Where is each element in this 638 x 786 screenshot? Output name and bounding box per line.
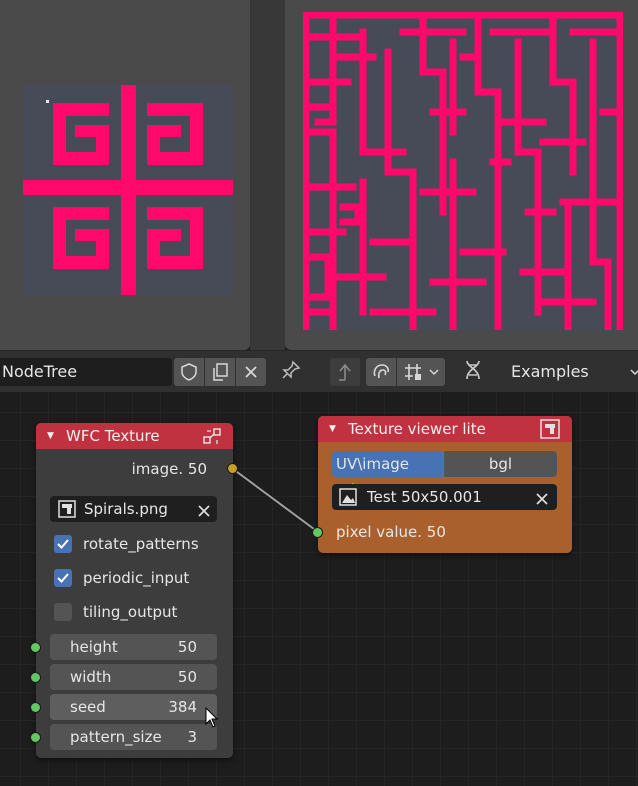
height-input-socket[interactable] [30, 642, 41, 653]
checkmark-icon [57, 573, 69, 583]
node-title: WFC Texture [66, 427, 160, 445]
close-icon[interactable] [534, 489, 550, 515]
seed-label: seed [70, 698, 106, 716]
mouse-cursor-icon [205, 707, 219, 728]
rotate-patterns-label: rotate_patterns [83, 535, 199, 553]
collapse-triangle-icon[interactable]: ▼ [47, 423, 54, 449]
node-group-icon[interactable] [202, 426, 222, 454]
checkmark-icon [57, 539, 69, 549]
width-field[interactable]: width 50 [50, 664, 217, 690]
node-title: Texture viewer lite [348, 420, 486, 438]
image-icon [339, 488, 357, 514]
pixel-value-input-socket[interactable] [312, 527, 323, 538]
height-field[interactable]: height 50 [50, 634, 217, 660]
input-socket-label: pixel value. 50 [336, 523, 446, 541]
close-icon[interactable] [196, 501, 212, 527]
mode-option-label: bgl [488, 455, 513, 473]
pattern-size-field[interactable]: pattern_size 3 [50, 724, 217, 750]
pattern-size-value: 3 [187, 728, 197, 746]
image-selector[interactable]: Test 50x50.001 [332, 484, 557, 510]
pattern-size-label: pattern_size [70, 728, 162, 746]
image-name: Spirals.png [84, 500, 168, 518]
tiling-output-label: tiling_output [83, 603, 178, 621]
width-input-socket[interactable] [30, 672, 41, 683]
texture-viewer-node[interactable]: ▼ Texture viewer lite UV\image ed... bgl… [318, 416, 572, 553]
image-texture-icon [58, 500, 76, 526]
image-selector[interactable]: Spirals.png [50, 496, 217, 522]
wfc-texture-node[interactable]: ▼ WFC Texture image. 50 Spirals.png rota… [36, 423, 233, 758]
node-header[interactable]: ▼ Texture viewer lite [318, 416, 572, 442]
seed-input-socket[interactable] [30, 702, 41, 713]
rotate-patterns-checkbox[interactable] [54, 535, 72, 553]
image-name: Test 50x50.001 [367, 488, 482, 506]
image-output-socket[interactable] [227, 463, 238, 474]
mode-option-uv-image-editor[interactable]: UV\image ed... [332, 451, 443, 499]
node-header[interactable]: ▼ WFC Texture [36, 423, 233, 449]
periodic-input-checkbox[interactable] [54, 569, 72, 587]
output-socket-label: image. 50 [131, 460, 207, 478]
pattern-size-input-socket[interactable] [30, 732, 41, 743]
tiling-output-checkbox[interactable] [54, 603, 72, 621]
width-label: width [70, 668, 112, 686]
collapse-triangle-icon[interactable]: ▼ [329, 416, 336, 442]
periodic-input-label: periodic_input [83, 569, 190, 587]
mode-option-bgl[interactable]: bgl [444, 451, 557, 477]
height-label: height [70, 638, 118, 656]
width-value: 50 [177, 668, 197, 686]
height-value: 50 [177, 638, 197, 656]
seed-value: 384 [168, 698, 197, 716]
seed-field[interactable]: seed 384 [50, 694, 217, 720]
image-texture-icon[interactable] [540, 419, 560, 447]
